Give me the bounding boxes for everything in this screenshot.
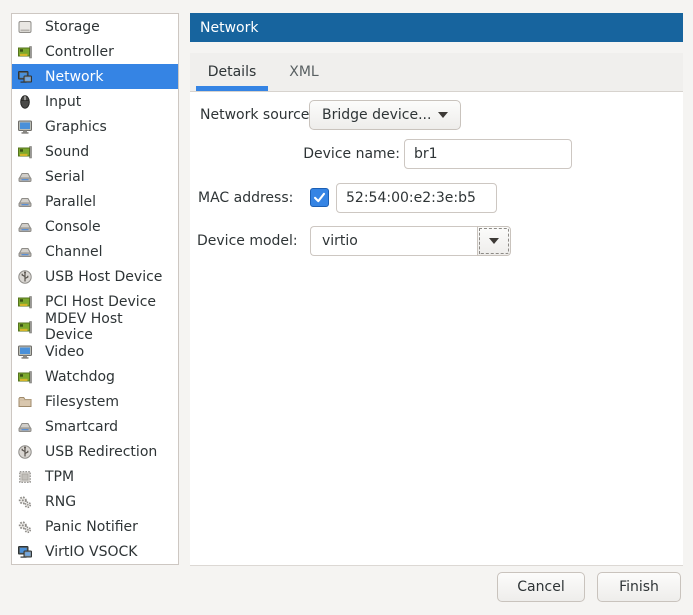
sidebar-item-label: USB Host Device [45, 269, 162, 285]
panic-notifier-icon [17, 519, 33, 535]
video-icon [17, 344, 33, 360]
sidebar-item-watchdog[interactable]: Watchdog [12, 364, 178, 389]
mac-address-checkbox[interactable] [310, 188, 329, 207]
sidebar-item-label: Serial [45, 169, 85, 185]
network-source-label: Network source: [200, 100, 314, 130]
smartcard-icon [17, 419, 33, 435]
storage-icon [17, 19, 33, 35]
sidebar-item-mdev-host-device[interactable]: MDEV Host Device [12, 314, 178, 339]
device-name-label: Device name: [190, 139, 400, 169]
device-model-combobox: virtio [310, 226, 511, 256]
sidebar-item-console[interactable]: Console [12, 214, 178, 239]
controller-icon [17, 44, 33, 60]
console-icon [17, 219, 33, 235]
cancel-button-label: Cancel [517, 579, 564, 595]
sidebar-item-filesystem[interactable]: Filesystem [12, 389, 178, 414]
sidebar-item-rng[interactable]: RNG [12, 489, 178, 514]
details-tab-content: Network source: Bridge device... Device … [190, 92, 683, 566]
sidebar-item-virtio-vsock[interactable]: VirtIO VSOCK [12, 539, 178, 564]
device-config-pane: Network Details XML Network source: Brid… [190, 13, 683, 566]
add-hardware-dialog: Storage Controller Network Input Graphics Sou… [0, 0, 693, 615]
sidebar-item-label: Sound [45, 144, 89, 160]
sidebar-item-serial[interactable]: Serial [12, 164, 178, 189]
sidebar-item-label: Parallel [45, 194, 96, 210]
sidebar-item-label: Console [45, 219, 101, 235]
sidebar-item-label: Filesystem [45, 394, 119, 410]
sidebar-item-label: Watchdog [45, 369, 115, 385]
panel-header: Network [190, 13, 683, 42]
sidebar-item-label: USB Redirection [45, 444, 157, 460]
sidebar-item-tpm[interactable]: TPM [12, 464, 178, 489]
tab-details[interactable]: Details [196, 53, 268, 91]
sound-icon [17, 144, 33, 160]
tab-details-label: Details [208, 64, 257, 80]
device-model-value: virtio [322, 233, 358, 249]
sidebar-item-controller[interactable]: Controller [12, 39, 178, 64]
sidebar-item-label: Network [45, 69, 103, 85]
finish-button-label: Finish [619, 579, 659, 595]
sidebar-item-label: Input [45, 94, 81, 110]
sidebar-item-label: Graphics [45, 119, 107, 135]
sidebar-item-smartcard[interactable]: Smartcard [12, 414, 178, 439]
watchdog-icon [17, 369, 33, 385]
sidebar-item-usb-host-device[interactable]: USB Host Device [12, 264, 178, 289]
sidebar-item-usb-redirection[interactable]: USB Redirection [12, 439, 178, 464]
parallel-icon [17, 194, 33, 210]
usb-redirection-icon [17, 444, 33, 460]
usb-host-device-icon [17, 269, 33, 285]
chevron-down-icon [438, 112, 448, 118]
sidebar-item-label: Controller [45, 44, 114, 60]
finish-button[interactable]: Finish [597, 572, 681, 602]
pci-host-device-icon [17, 294, 33, 310]
sidebar-item-network[interactable]: Network [12, 64, 178, 89]
channel-icon [17, 244, 33, 260]
sidebar-item-input[interactable]: Input [12, 89, 178, 114]
device-model-dropdown-button[interactable] [477, 226, 511, 256]
sidebar-item-label: MDEV Host Device [45, 311, 174, 343]
sidebar-item-channel[interactable]: Channel [12, 239, 178, 264]
tab-xml-label: XML [289, 64, 318, 80]
filesystem-icon [17, 394, 33, 410]
sidebar-item-label: Channel [45, 244, 102, 260]
sidebar-item-storage[interactable]: Storage [12, 14, 178, 39]
sidebar-item-graphics[interactable]: Graphics [12, 114, 178, 139]
network-source-value: Bridge device... [322, 107, 431, 123]
serial-icon [17, 169, 33, 185]
network-source-dropdown[interactable]: Bridge device... [309, 100, 461, 130]
device-type-list: Storage Controller Network Input Graphics Sou… [11, 13, 179, 565]
device-type-list-items: Storage Controller Network Input Graphics Sou… [12, 14, 178, 564]
tab-xml[interactable]: XML [268, 53, 340, 91]
virtio-vsock-icon [17, 544, 33, 560]
sidebar-item-label: Storage [45, 19, 100, 35]
tab-bar: Details XML [190, 53, 683, 92]
sidebar-item-label: Panic Notifier [45, 519, 138, 535]
sidebar-item-label: PCI Host Device [45, 294, 156, 310]
device-name-input[interactable] [404, 139, 572, 169]
rng-icon [17, 494, 33, 510]
sidebar-item-video[interactable]: Video [12, 339, 178, 364]
cancel-button[interactable]: Cancel [497, 572, 585, 602]
sidebar-item-label: Video [45, 344, 84, 360]
graphics-icon [17, 119, 33, 135]
sidebar-item-label: TPM [45, 469, 74, 485]
sidebar-item-sound[interactable]: Sound [12, 139, 178, 164]
device-model-entry[interactable]: virtio [310, 226, 477, 256]
tpm-icon [17, 469, 33, 485]
sidebar-item-label: RNG [45, 494, 76, 510]
sidebar-item-label: Smartcard [45, 419, 118, 435]
network-icon [17, 69, 33, 85]
sidebar-item-label: VirtIO VSOCK [45, 544, 137, 560]
mac-address-input[interactable] [336, 183, 497, 213]
sidebar-item-panic-notifier[interactable]: Panic Notifier [12, 514, 178, 539]
chevron-down-icon [489, 238, 499, 244]
device-model-label: Device model: [197, 226, 298, 256]
page-title: Network [200, 20, 258, 36]
mac-address-label: MAC address: [198, 183, 293, 213]
mdev-host-device-icon [17, 319, 33, 335]
sidebar-item-parallel[interactable]: Parallel [12, 189, 178, 214]
input-icon [17, 94, 33, 110]
checkmark-icon [313, 191, 326, 204]
